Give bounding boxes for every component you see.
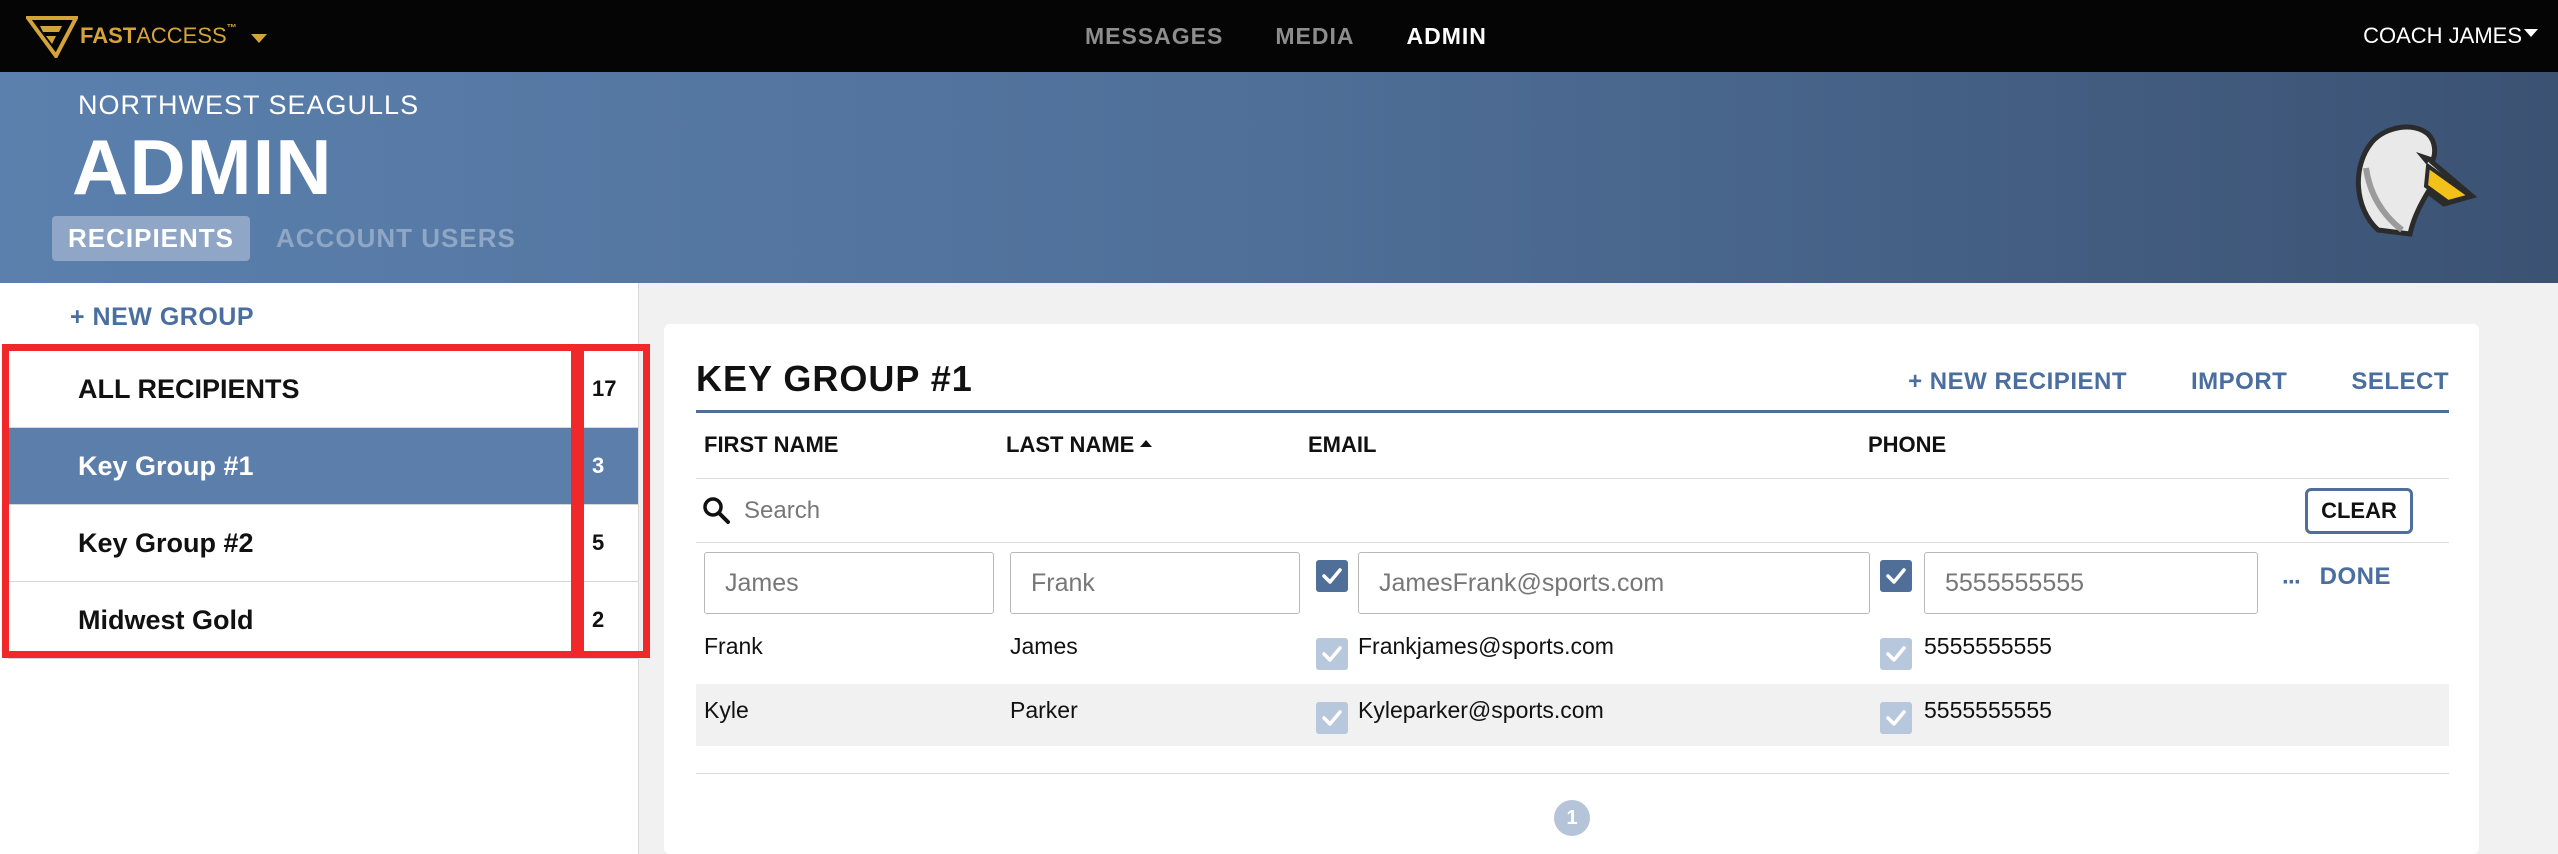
column-header-email[interactable]: EMAIL	[1308, 432, 1376, 458]
checkmark-icon	[1886, 568, 1906, 584]
recipients-panel: KEY GROUP #1 + NEW RECIPIENT IMPORT SELE…	[664, 324, 2479, 854]
tab-recipients[interactable]: RECIPIENTS	[52, 216, 251, 261]
pagination-page-1[interactable]: 1	[1554, 800, 1590, 836]
column-header-last-name[interactable]: LAST NAME	[1006, 432, 1153, 458]
user-name: COACH JAMES	[2363, 23, 2522, 48]
column-header-first-name[interactable]: FIRST NAME	[704, 432, 838, 458]
nav-admin[interactable]: ADMIN	[1407, 23, 1487, 50]
page-title: ADMIN	[72, 123, 333, 211]
page-header: NORTHWEST SEAGULLS ADMIN RECIPIENTS ACCO…	[0, 72, 2558, 283]
search-input[interactable]	[742, 492, 1146, 530]
phone-field[interactable]: 5555555555	[1924, 552, 2258, 614]
search-icon	[703, 497, 730, 524]
org-name: NORTHWEST SEAGULLS	[78, 90, 420, 120]
highlight-box-counts	[577, 344, 650, 658]
more-options-icon[interactable]: ···	[2276, 552, 2306, 614]
select-button[interactable]: SELECT	[2351, 368, 2449, 396]
admin-tabs: RECIPIENTS ACCOUNT USERS	[52, 216, 532, 261]
phone-checkbox[interactable]	[1880, 638, 1912, 670]
column-header-phone[interactable]: PHONE	[1868, 432, 1946, 458]
done-button[interactable]: DONE	[2320, 563, 2391, 591]
last-name-field[interactable]: Frank	[1010, 552, 1300, 614]
new-group-button[interactable]: + NEW GROUP	[70, 303, 254, 332]
cell-email: Kyleparker@sports.com	[1358, 697, 1604, 723]
column-header-label: LAST NAME	[1006, 432, 1135, 457]
email-checkbox[interactable]	[1316, 560, 1348, 592]
brand-tm: ™	[226, 23, 237, 34]
brand-access: ACCESS	[136, 23, 227, 48]
checkmark-icon	[1322, 568, 1342, 584]
first-name-field[interactable]: James	[704, 552, 994, 614]
nav-media[interactable]: MEDIA	[1275, 23, 1354, 50]
chevron-down-icon	[2524, 29, 2538, 37]
panel-actions: + NEW RECIPIENT IMPORT SELECT	[1908, 368, 2449, 396]
phone-checkbox[interactable]	[1880, 560, 1912, 592]
main-nav: MESSAGES MEDIA ADMIN	[1085, 0, 1487, 72]
cell-phone: 5555555555	[1924, 633, 2052, 659]
sort-ascending-icon	[1140, 439, 1153, 447]
cell-first-name: Kyle	[704, 697, 749, 723]
table-row[interactable]: Frank James Frankjames@sports.com 555555…	[696, 620, 2449, 682]
header-divider	[696, 478, 2449, 479]
new-recipient-button[interactable]: + NEW RECIPIENT	[1908, 368, 2127, 396]
highlight-box-names	[2, 344, 578, 658]
top-navbar: FASTACCESS™ MESSAGES MEDIA ADMIN COACH J…	[0, 0, 2558, 72]
panel-title: KEY GROUP #1	[696, 358, 973, 399]
cell-last-name: Parker	[1010, 697, 1078, 723]
search-divider	[696, 542, 2449, 543]
brand-fast: FAST	[80, 23, 137, 48]
fastaccess-logo[interactable]: FASTACCESS™	[26, 14, 267, 58]
cell-email: Frankjames@sports.com	[1358, 633, 1614, 659]
fastaccess-logo-icon	[26, 16, 78, 58]
chevron-down-icon[interactable]	[250, 33, 267, 43]
import-button[interactable]: IMPORT	[2191, 368, 2287, 396]
clear-button[interactable]: CLEAR	[2305, 488, 2413, 534]
brand-name: FASTACCESS™	[80, 23, 237, 49]
table-row[interactable]: Kyle Parker Kyleparker@sports.com 555555…	[696, 684, 2449, 746]
email-field[interactable]: JamesFrank@sports.com	[1358, 552, 1870, 614]
checkmark-icon	[1886, 710, 1906, 726]
tab-account-users[interactable]: ACCOUNT USERS	[260, 216, 532, 261]
cell-first-name: Frank	[704, 633, 763, 659]
nav-messages[interactable]: MESSAGES	[1085, 23, 1223, 50]
email-checkbox[interactable]	[1316, 638, 1348, 670]
checkmark-icon	[1322, 710, 1342, 726]
phone-checkbox[interactable]	[1880, 702, 1912, 734]
seagull-mascot-icon	[2355, 124, 2478, 237]
checkmark-icon	[1886, 646, 1906, 662]
email-checkbox[interactable]	[1316, 702, 1348, 734]
cell-last-name: James	[1010, 633, 1078, 659]
title-divider	[696, 410, 2449, 413]
user-menu[interactable]: COACH JAMES	[2363, 0, 2538, 72]
checkmark-icon	[1322, 646, 1342, 662]
table-bottom-divider	[696, 773, 2449, 774]
cell-phone: 5555555555	[1924, 697, 2052, 723]
